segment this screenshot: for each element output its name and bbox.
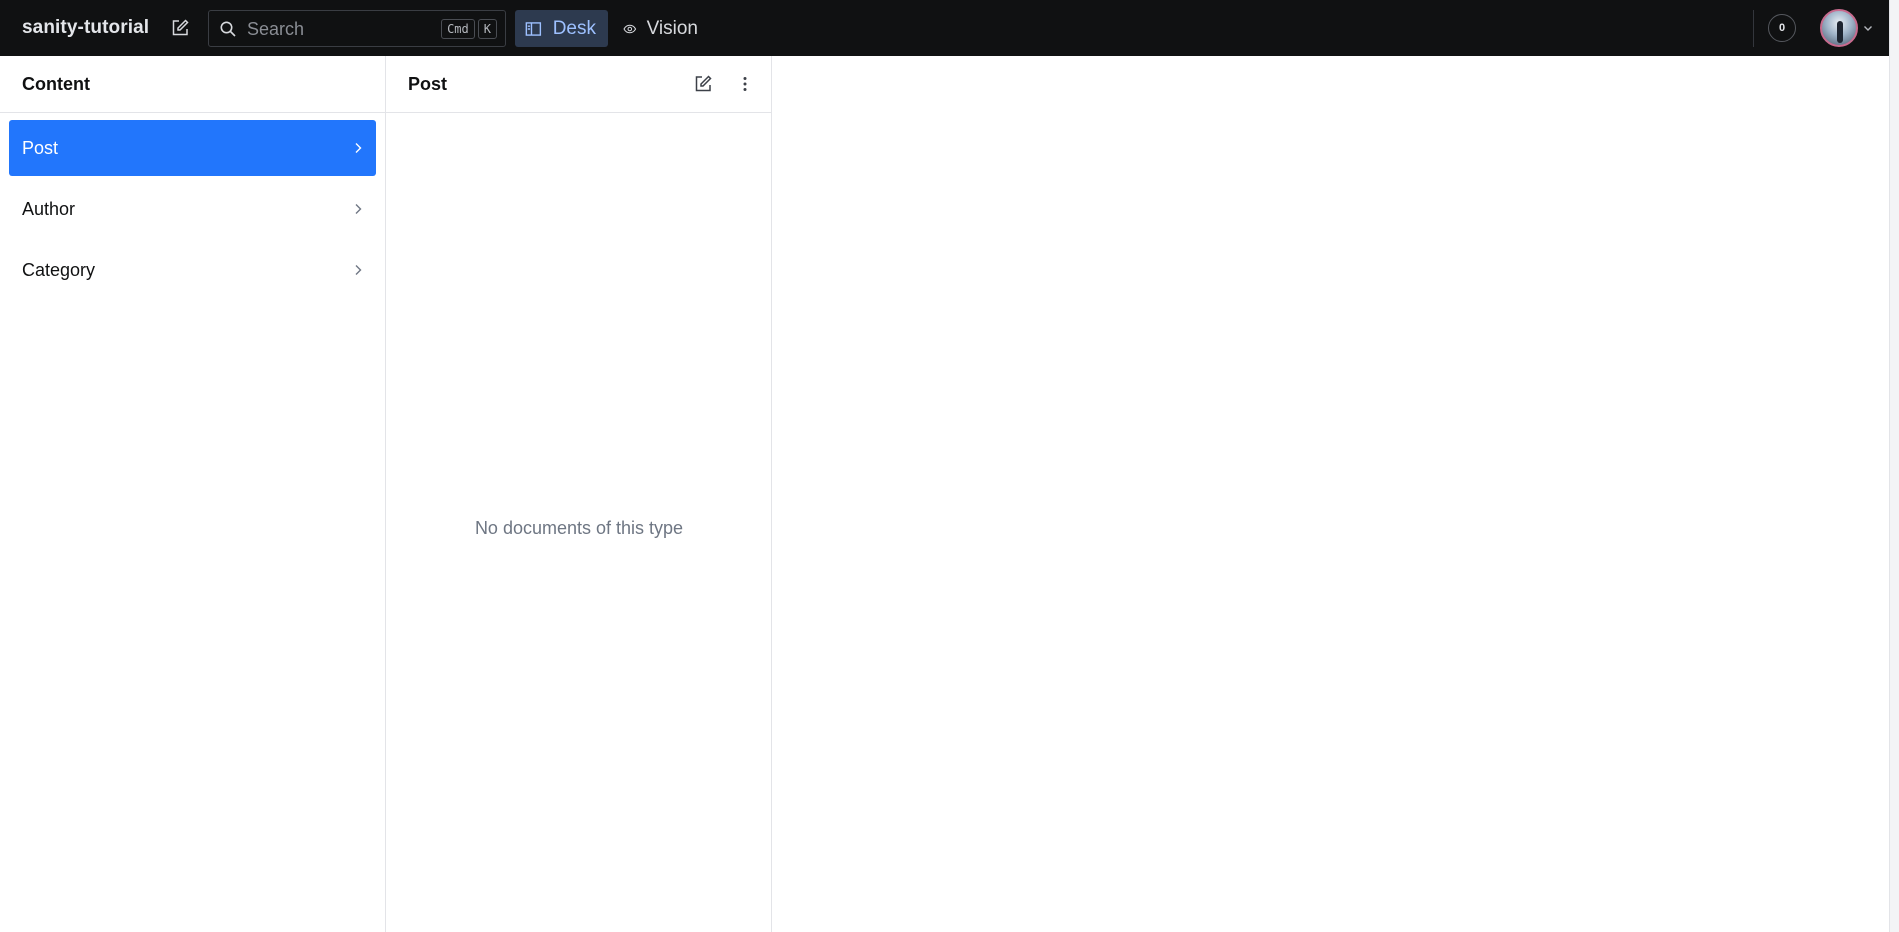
list-item-author[interactable]: Author	[9, 181, 376, 237]
project-name[interactable]: sanity-tutorial	[22, 0, 149, 56]
new-document-button[interactable]	[166, 14, 194, 42]
chevron-right-icon	[355, 204, 362, 214]
eye-icon	[623, 24, 637, 33]
search-icon	[220, 21, 236, 37]
pane-menu-button[interactable]	[731, 70, 759, 98]
chevron-right-icon	[355, 143, 362, 153]
search-box[interactable]: Cmd K	[208, 10, 506, 47]
empty-state-message: No documents of this type	[474, 518, 684, 538]
list-item-post[interactable]: Post	[9, 120, 376, 176]
list-item-label: Post	[22, 137, 59, 158]
avatar	[1820, 9, 1858, 47]
user-menu-button[interactable]	[1820, 9, 1880, 47]
list-item-label: Category	[22, 259, 96, 280]
search-shortcut: Cmd K	[441, 19, 497, 39]
tool-desk-label: Desk	[552, 17, 596, 39]
post-pane-title: Post	[408, 73, 448, 94]
compose-icon	[172, 19, 189, 36]
chevron-right-icon	[355, 265, 362, 275]
chevron-down-icon	[1864, 26, 1872, 31]
top-navbar: sanity-tutorial Cmd K Desk Vision	[0, 0, 1889, 56]
create-post-button[interactable]	[689, 70, 717, 98]
desk-icon	[525, 21, 542, 36]
list-item-label: Author	[22, 198, 76, 219]
post-pane-actions	[689, 70, 759, 98]
shortcut-key-cmd: Cmd	[441, 19, 475, 39]
content-pane: Content Post Author Category	[0, 56, 386, 932]
shortcut-key-k: K	[477, 19, 497, 39]
document-type-list: Post Author Category	[0, 113, 385, 310]
more-vertical-icon	[743, 77, 747, 91]
list-item-category[interactable]: Category	[9, 242, 376, 298]
window-scrollbar[interactable]	[1889, 0, 1899, 932]
content-pane-header: Content	[0, 56, 385, 113]
compose-icon	[695, 75, 712, 92]
tool-desk[interactable]: Desk	[515, 10, 608, 47]
notification-badge[interactable]: 0	[1768, 14, 1796, 42]
tool-vision[interactable]: Vision	[614, 10, 710, 47]
search-input[interactable]	[247, 15, 437, 43]
post-pane-header: Post	[386, 56, 771, 113]
navbar-divider	[1753, 10, 1754, 47]
tool-vision-label: Vision	[646, 17, 698, 39]
content-pane-title: Content	[22, 73, 90, 94]
document-area	[772, 56, 1889, 932]
post-pane: Post No documents of this type	[386, 56, 772, 932]
